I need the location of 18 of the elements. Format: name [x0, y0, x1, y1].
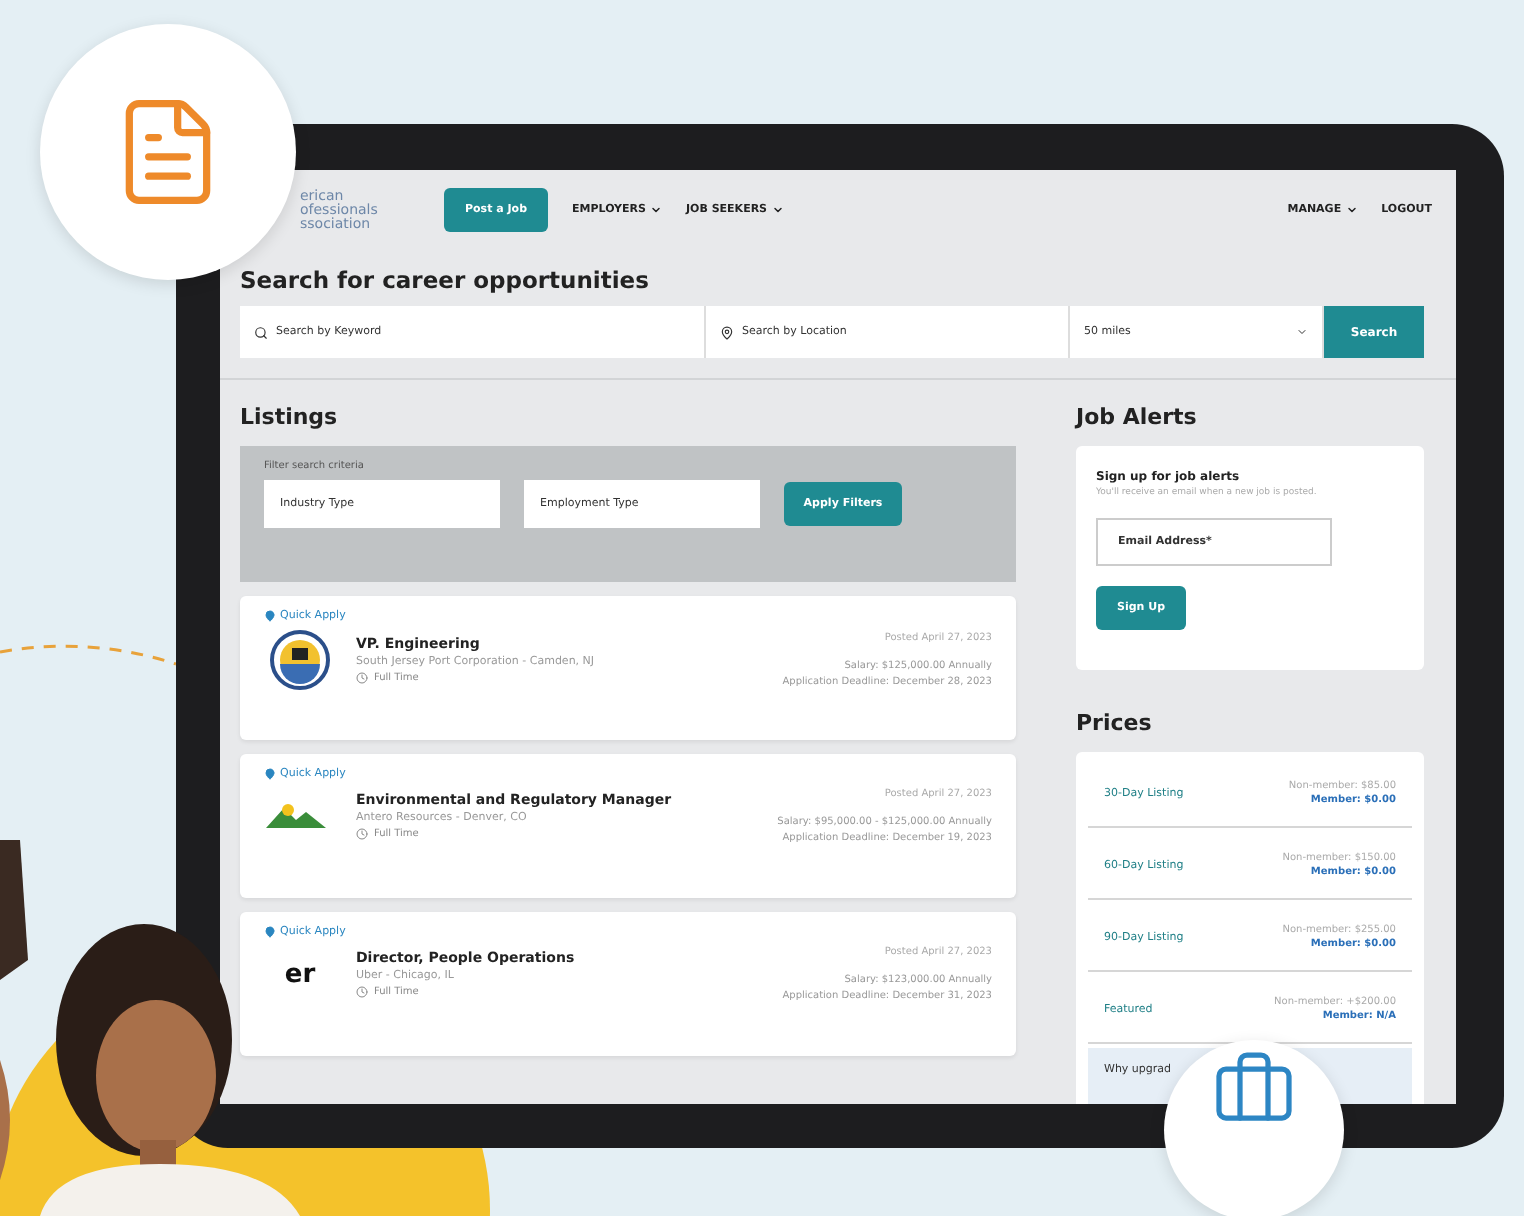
section-title: Prices — [1076, 710, 1154, 736]
search-icon — [254, 325, 268, 339]
pin-icon — [264, 768, 276, 780]
pin-icon — [720, 325, 734, 339]
caret-icon — [771, 204, 784, 216]
caret-icon — [650, 204, 662, 216]
section-title: Listings — [240, 404, 340, 430]
clock-icon — [356, 672, 368, 684]
page-title: Search for career opportunities — [240, 266, 651, 294]
clock-icon — [356, 828, 368, 840]
seal-logo-icon — [270, 630, 330, 690]
company-logo: er — [284, 959, 316, 989]
pin-icon — [264, 926, 276, 938]
pin-icon — [264, 610, 276, 622]
clock-icon — [356, 986, 368, 998]
caret-icon — [1345, 204, 1358, 216]
caret-icon — [1296, 326, 1308, 338]
section-title: Job Alerts — [1076, 404, 1199, 430]
